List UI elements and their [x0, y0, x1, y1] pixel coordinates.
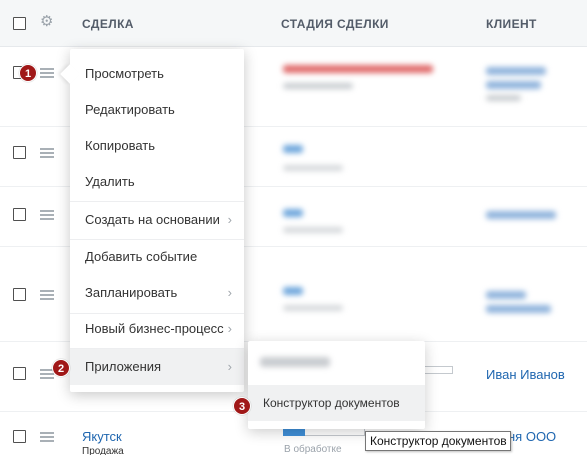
- stage-text-blurred: [283, 165, 343, 171]
- submenu-item-document-builder[interactable]: Конструктор документов: [248, 385, 425, 421]
- menu-item-delete[interactable]: Удалить: [70, 164, 244, 200]
- menu-item-label: Просмотреть: [85, 66, 164, 81]
- row-context-menu: Просмотреть Редактировать Копировать Уда…: [70, 49, 244, 392]
- deal-link[interactable]: Якутск: [82, 429, 122, 444]
- client-blurred: [486, 291, 526, 299]
- menu-item-label: Редактировать: [85, 102, 175, 117]
- stage-text-blurred: [283, 305, 343, 311]
- menu-item-label: Создать на основании: [85, 212, 220, 227]
- submenu-item-blurred[interactable]: [260, 357, 330, 367]
- tooltip: Конструктор документов: [365, 431, 511, 451]
- menu-item-label: Новый бизнес-процесс: [85, 321, 224, 336]
- stage-bar-blurred: [283, 65, 433, 73]
- chevron-right-icon: ›: [227, 285, 232, 300]
- step-badge-2: 2: [52, 359, 70, 377]
- row-checkbox[interactable]: [13, 430, 26, 443]
- applications-submenu: Конструктор документов: [248, 341, 425, 429]
- column-header-stage[interactable]: СТАДИЯ СДЕЛКИ: [281, 17, 389, 31]
- menu-item-new-business-process[interactable]: Новый бизнес-процесс ›: [70, 311, 244, 347]
- menu-item-view[interactable]: Просмотреть: [70, 56, 244, 92]
- step-badge-3: 3: [233, 397, 251, 415]
- menu-item-applications[interactable]: Приложения ›: [70, 349, 244, 385]
- step-badge-1: 1: [19, 64, 37, 82]
- row-checkbox[interactable]: [13, 288, 26, 301]
- stage-text-blurred: [283, 227, 343, 233]
- stage-text-blurred: [283, 83, 353, 89]
- client-blurred: [486, 81, 541, 89]
- stage-bar-blurred: [283, 287, 303, 295]
- menu-item-label: Копировать: [85, 138, 155, 153]
- row-menu-icon[interactable]: [40, 432, 54, 442]
- deal-type: Продажа: [82, 446, 124, 455]
- chevron-right-icon: ›: [227, 359, 232, 374]
- chevron-right-icon: ›: [227, 321, 232, 336]
- menu-item-label: Запланировать: [85, 285, 178, 300]
- row-menu-icon[interactable]: [40, 148, 54, 158]
- client-link[interactable]: Иван Иванов: [486, 367, 565, 382]
- menu-item-create-based-on[interactable]: Создать на основании ›: [70, 202, 244, 238]
- stage-progress-filled: [283, 428, 305, 436]
- client-blurred: [486, 211, 556, 219]
- menu-item-label: Добавить событие: [85, 249, 198, 264]
- table-header: ⚙ СДЕЛКА СТАДИЯ СДЕЛКИ КЛИЕНТ: [0, 0, 587, 47]
- stage-bar-blurred: [283, 145, 303, 153]
- row-checkbox[interactable]: [13, 367, 26, 380]
- client-blurred: [486, 67, 546, 75]
- stage-progress-empty: [305, 428, 365, 436]
- menu-item-label: Приложения: [85, 359, 162, 374]
- menu-item-copy[interactable]: Копировать: [70, 128, 244, 164]
- menu-item-edit[interactable]: Редактировать: [70, 92, 244, 128]
- chevron-right-icon: ›: [227, 212, 232, 227]
- row-checkbox[interactable]: [13, 208, 26, 221]
- menu-item-schedule[interactable]: Запланировать ›: [70, 275, 244, 311]
- column-header-client[interactable]: КЛИЕНТ: [486, 17, 537, 31]
- stage-progress-segment: [425, 366, 453, 374]
- select-all-checkbox[interactable]: [13, 17, 26, 30]
- client-blurred: [486, 305, 551, 313]
- column-header-deal[interactable]: СДЕЛКА: [82, 17, 134, 31]
- stage-bar-blurred: [283, 209, 303, 217]
- row-menu-icon[interactable]: [40, 210, 54, 220]
- client-blurred: [486, 95, 521, 101]
- client-link[interactable]: ня ООО: [508, 429, 556, 444]
- menu-item-add-event[interactable]: Добавить событие: [70, 239, 244, 275]
- row-menu-icon[interactable]: [40, 68, 54, 78]
- menu-item-label: Удалить: [85, 174, 135, 189]
- gear-icon[interactable]: ⚙: [40, 14, 53, 30]
- stage-status: В обработке: [284, 444, 342, 455]
- row-menu-icon[interactable]: [40, 290, 54, 300]
- row-checkbox[interactable]: [13, 146, 26, 159]
